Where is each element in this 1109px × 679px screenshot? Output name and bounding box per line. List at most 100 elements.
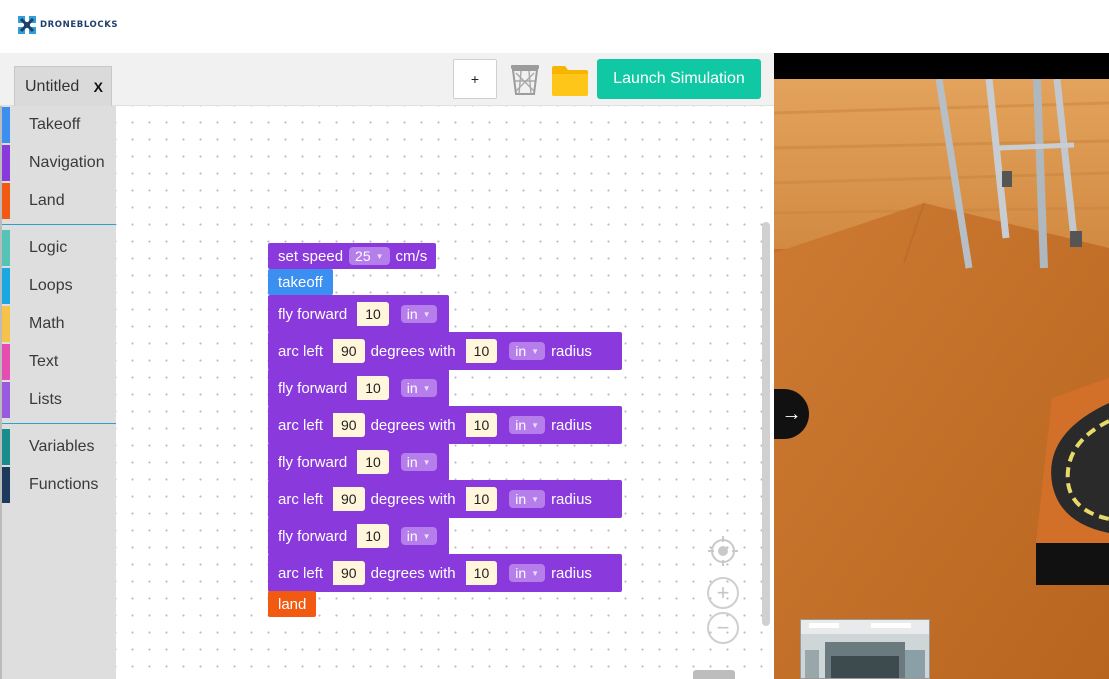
set-speed-block[interactable]: set speed 25 ▼ cm/s [268,243,436,269]
launch-simulation-button[interactable]: Launch Simulation [597,59,761,99]
simulator-viewport[interactable]: → [774,53,1109,679]
fly-forward-block[interactable]: fly forward 10 in ▼ [268,295,449,333]
block-label: arc left [278,564,324,582]
radius-input[interactable]: 10 [461,339,498,363]
unit-dropdown[interactable]: in ▼ [509,342,546,360]
degrees-input[interactable]: 90 [329,413,365,437]
fly-forward-block[interactable]: fly forward 10 in ▼ [268,443,449,481]
new-file-button[interactable]: + [453,59,497,99]
unit-value: in [515,343,527,359]
unit-dropdown[interactable]: in ▼ [400,305,437,323]
block-label: degrees with [370,490,456,508]
category-color [2,145,10,181]
block-label: land [278,595,307,613]
crosshair-icon [708,536,738,566]
zoom-out-button[interactable]: − [707,612,739,644]
chevron-down-icon: ▼ [531,494,540,504]
degrees-input[interactable]: 90 [329,339,365,363]
category-navigation[interactable]: Navigation [2,144,116,182]
arc-left-block[interactable]: arc left 90 degrees with 10 in ▼ radius [268,554,622,592]
category-label: Logic [29,239,68,256]
unit-value: in [515,565,527,581]
file-tab[interactable]: Untitled X [14,66,112,106]
category-separator [2,220,116,229]
degrees-input[interactable]: 90 [329,487,365,511]
category-math[interactable]: Math [2,305,116,343]
category-functions[interactable]: Functions [2,466,116,504]
block-label: takeoff [278,273,323,291]
category-label: Functions [29,476,99,493]
close-tab-button[interactable]: X [94,79,103,95]
degrees-input[interactable]: 90 [329,561,365,585]
unit-value: in [406,380,418,396]
speed-dropdown[interactable]: 25 ▼ [349,247,390,265]
chevron-down-icon: ▼ [531,346,540,356]
fly-forward-block[interactable]: fly forward 10 in ▼ [268,517,449,555]
camera-icon[interactable] [693,670,735,679]
trash-icon[interactable] [507,61,543,97]
radius-input[interactable]: 10 [461,561,498,585]
block-label: fly forward [278,527,348,545]
distance-input[interactable]: 10 [353,524,389,548]
category-color [2,344,10,380]
chevron-down-icon: ▼ [531,568,540,578]
block-label: radius [551,416,592,434]
category-label: Math [29,315,65,332]
distance-input[interactable]: 10 [353,302,389,326]
app-header: DRONEBLOCKS [0,0,1109,53]
block-label: fly forward [278,453,348,471]
block-label: degrees with [370,342,456,360]
takeoff-block[interactable]: takeoff [268,269,333,295]
category-color [2,230,10,266]
category-label: Lists [29,391,62,408]
arc-left-block[interactable]: arc left 90 degrees with 10 in ▼ radius [268,480,622,518]
arc-left-block[interactable]: arc left 90 degrees with 10 in ▼ radius [268,406,622,444]
workspace-scrollbar[interactable] [762,222,770,626]
category-logic[interactable]: Logic [2,229,116,267]
fly-forward-block[interactable]: fly forward 10 in ▼ [268,369,449,407]
category-color [2,183,10,219]
category-lists[interactable]: Lists [2,381,116,419]
category-land[interactable]: Land [2,182,116,220]
block-category-sidebar: Takeoff Navigation Land Logic Loops Math… [0,106,116,679]
zoom-in-button[interactable]: + [707,577,739,609]
chevron-down-icon: ▼ [422,383,431,393]
arc-left-block[interactable]: arc left 90 degrees with 10 in ▼ radius [268,332,622,370]
toolbar: Untitled X + Launch Simulation [0,53,774,106]
category-color [2,107,10,143]
simulator-top-bar [774,53,1109,79]
category-label: Text [29,353,59,370]
camera-preview-thumbnail[interactable] [800,619,930,679]
unit-dropdown[interactable]: in ▼ [509,416,546,434]
unit-dropdown[interactable]: in ▼ [400,379,437,397]
radius-input[interactable]: 10 [461,413,498,437]
unit-value: in [406,306,418,322]
category-label: Land [29,192,65,209]
distance-input[interactable]: 10 [353,450,389,474]
app-root: DRONEBLOCKS Untitled X + Launch Simulati… [0,0,1109,679]
speed-unit: cm/s [395,247,428,265]
land-block[interactable]: land [268,591,317,617]
block-label: arc left [278,342,324,360]
block-label: degrees with [370,416,456,434]
category-variables[interactable]: Variables [2,428,116,466]
recenter-button[interactable] [707,535,739,567]
category-loops[interactable]: Loops [2,267,116,305]
distance-input[interactable]: 10 [353,376,389,400]
category-text[interactable]: Text [2,343,116,381]
droneblocks-logo[interactable]: DRONEBLOCKS [16,14,118,36]
block-label: radius [551,564,592,582]
brand-name: DRONEBLOCKS [40,20,119,30]
chevron-down-icon: ▼ [375,251,384,261]
unit-dropdown[interactable]: in ▼ [509,490,546,508]
category-takeoff[interactable]: Takeoff [2,106,116,144]
unit-dropdown[interactable]: in ▼ [400,527,437,545]
chevron-down-icon: ▼ [422,457,431,467]
unit-dropdown[interactable]: in ▼ [400,453,437,471]
category-separator [2,419,116,428]
category-color [2,306,10,342]
block-label: fly forward [278,379,348,397]
radius-input[interactable]: 10 [461,487,498,511]
folder-icon[interactable] [551,63,589,97]
unit-dropdown[interactable]: in ▼ [509,564,546,582]
